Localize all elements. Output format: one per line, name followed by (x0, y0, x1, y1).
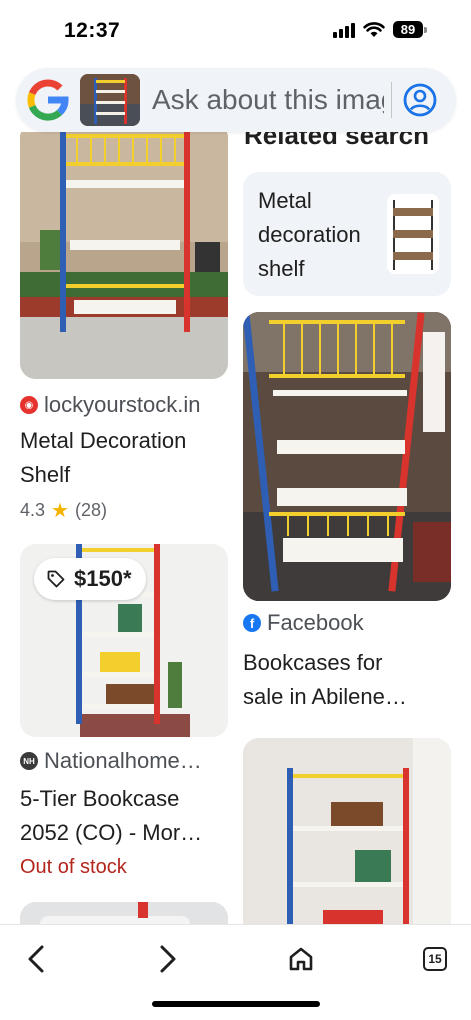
search-bar[interactable] (16, 68, 456, 132)
tabs-button[interactable]: 15 (413, 937, 457, 981)
search-input[interactable] (152, 81, 384, 119)
forward-button[interactable] (146, 937, 190, 981)
status-time: 12:37 (64, 19, 121, 42)
wifi-icon (363, 21, 385, 37)
star-icon: ★ (51, 500, 69, 522)
result-source-label: Facebook (267, 610, 364, 635)
cellular-signal-icon (333, 22, 355, 38)
home-icon (289, 947, 313, 971)
result-source[interactable]: NH Nationalhome… (20, 748, 230, 774)
result-title-line: 2052 (CO) - Mor… (20, 820, 203, 845)
result-title[interactable]: 5-Tier Bookcase 2052 (CO) - Mor… (20, 782, 230, 850)
result-title[interactable]: Metal Decoration Shelf (20, 424, 230, 492)
availability-status: Out of stock (20, 856, 127, 878)
home-button[interactable] (279, 937, 323, 981)
result-title-line: Metal Decoration (20, 428, 187, 453)
related-search-thumbnail (387, 194, 439, 274)
result-title[interactable]: Bookcases for sale in Abilene… (243, 646, 453, 714)
rating-value: 4.3 (20, 500, 46, 520)
query-image-thumbnail[interactable] (80, 74, 140, 126)
result-source[interactable]: f Facebook (243, 610, 453, 636)
battery-level: 89 (393, 21, 423, 38)
price-chip: $150* (34, 558, 146, 600)
tabs-icon: 15 (423, 947, 447, 971)
forward-arrow-icon (160, 945, 176, 973)
results-feed[interactable]: ◉ lockyourstock.in Metal Decoration Shel… (0, 132, 471, 924)
result-rating: 4.3 ★ (28) (20, 498, 107, 523)
home-indicator (152, 1001, 320, 1007)
result-image[interactable] (243, 738, 451, 924)
account-circle-icon[interactable] (402, 82, 438, 118)
result-source-label: lockyourstock.in (44, 392, 201, 417)
result-title-line: Bookcases for (243, 650, 383, 675)
result-title-line: sale in Abilene… (243, 684, 407, 709)
result-source-label: Nationalhome… (44, 748, 202, 773)
status-bar: 12:37 89 (0, 0, 471, 62)
battery-icon: 89 (393, 21, 427, 38)
google-logo-icon[interactable] (26, 78, 70, 122)
related-search-label: Metal decoration shelf (258, 188, 361, 281)
facebook-icon: f (243, 614, 261, 632)
lockyourstock-favicon-icon: ◉ (20, 396, 38, 414)
related-searches-heading: Related search (244, 132, 429, 150)
result-image[interactable] (20, 132, 228, 379)
result-image[interactable] (20, 902, 228, 924)
result-title-line: Shelf (20, 462, 71, 487)
result-image[interactable] (243, 312, 451, 601)
result-title-line: 5-Tier Bookcase (20, 786, 180, 811)
result-source[interactable]: ◉ lockyourstock.in (20, 392, 230, 418)
nationalhome-favicon-icon: NH (20, 752, 38, 770)
back-arrow-icon (28, 945, 44, 973)
rating-count: (28) (74, 500, 107, 520)
back-button[interactable] (14, 937, 58, 981)
price-label: $150* (74, 566, 132, 591)
status-icons: 89 (333, 21, 427, 38)
search-bar-divider (391, 82, 392, 118)
result-image[interactable]: $150* (20, 544, 228, 737)
related-search-chip[interactable]: Metal decoration shelf (243, 172, 451, 296)
tag-icon (47, 570, 65, 588)
